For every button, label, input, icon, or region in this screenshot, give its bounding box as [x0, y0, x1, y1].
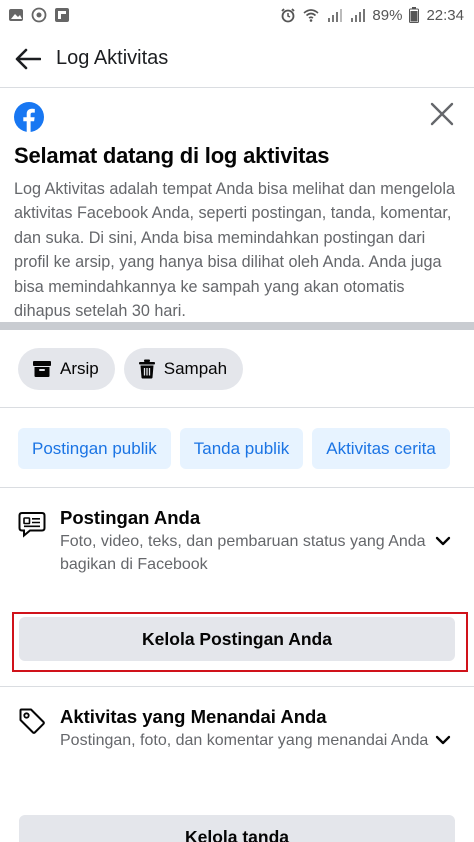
gallery-notification-icon [9, 9, 23, 21]
highlight-box [12, 612, 468, 672]
archive-chip-label: Arsip [60, 359, 99, 378]
status-bar: 89% 22:34 [0, 0, 474, 30]
your-posts-description: Foto, video, teks, dan pembaruan status … [60, 533, 426, 573]
battery-percentage: 89% [372, 6, 403, 24]
welcome-card: Selamat datang di log aktivitas Log Akti… [0, 88, 474, 322]
trash-chip-label: Sampah [163, 359, 228, 378]
filter-tabs: Postingan publik Tanda publik Aktivitas … [18, 428, 474, 469]
divider [0, 407, 474, 408]
tab-story-activity[interactable]: Aktivitas cerita [312, 428, 450, 469]
tab-public-tags[interactable]: Tanda publik [179, 428, 304, 469]
close-icon [430, 102, 454, 126]
alarm-icon [281, 8, 296, 23]
trash-chip[interactable]: Sampah [123, 348, 244, 390]
page-title: Log Aktivitas [56, 47, 169, 69]
chevron-down-icon[interactable] [434, 731, 452, 749]
section-divider [0, 322, 474, 330]
tagged-activity-title: Aktivitas yang Menandai Anda [60, 706, 327, 727]
your-posts-title: Postingan Anda [60, 507, 201, 528]
back-arrow-icon [15, 48, 41, 69]
tag-icon [19, 708, 45, 734]
wifi-icon [303, 9, 319, 22]
speech-bubble-icon [18, 512, 46, 538]
tagged-activity-description: Postingan, foto, dan komentar yang menan… [60, 732, 429, 749]
trash-icon [138, 359, 155, 379]
status-bar-right: 89% 22:34 [280, 7, 464, 24]
tab-public-posts[interactable]: Postingan publik [18, 428, 171, 469]
battery-icon [409, 7, 420, 23]
archive-chip[interactable]: Arsip [18, 348, 115, 390]
app-notification-icon [31, 7, 47, 23]
flipboard-notification-icon [55, 8, 69, 22]
close-button[interactable] [428, 100, 456, 128]
facebook-logo-icon [14, 102, 44, 132]
archive-icon [33, 361, 51, 377]
manage-tags-button[interactable]: Kelola tanda [19, 815, 455, 842]
quick-actions: Arsip Sampah [18, 348, 244, 390]
back-button[interactable] [0, 30, 56, 88]
chevron-down-icon[interactable] [434, 532, 452, 550]
clock-time: 22:34 [426, 6, 464, 24]
tagged-activity-section: Aktivitas yang Menandai Anda Postingan, … [0, 687, 474, 807]
welcome-description: Log Aktivitas adalah tempat Anda bisa me… [14, 180, 455, 321]
signal-icon-1 [328, 9, 343, 22]
status-bar-left [8, 7, 70, 23]
app-bar: Log Aktivitas [0, 30, 474, 88]
signal-icon-2 [351, 9, 366, 22]
welcome-title: Selamat datang di log aktivitas [14, 143, 330, 168]
